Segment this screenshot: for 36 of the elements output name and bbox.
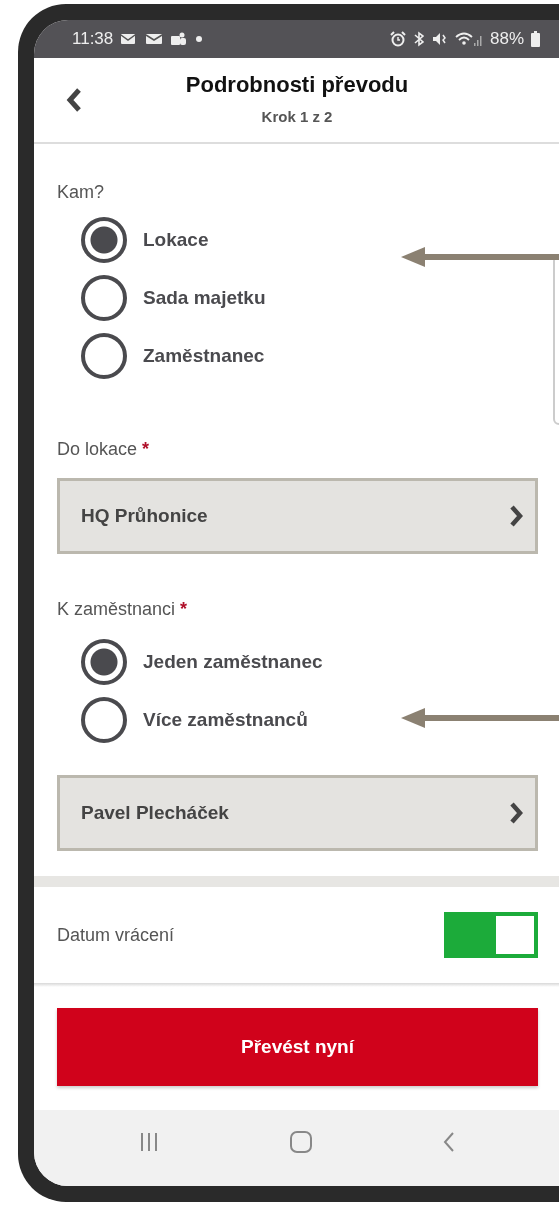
- required-mark: *: [142, 439, 150, 459]
- chevron-right-icon: [509, 504, 523, 528]
- field-label: Kam?: [57, 182, 106, 203]
- chevron-right-icon: [509, 801, 523, 825]
- dot-icon: [195, 35, 204, 43]
- field-label: Do lokace: [57, 439, 138, 459]
- radio-button[interactable]: [81, 275, 127, 321]
- battery-icon: [531, 31, 540, 47]
- wifi-signal-icon: [454, 31, 483, 47]
- mail-icon: [145, 32, 164, 46]
- radio-button[interactable]: [81, 639, 127, 685]
- home-icon[interactable]: [289, 1130, 313, 1154]
- radio-button[interactable]: [81, 697, 127, 743]
- battery-percent: 88%: [489, 29, 524, 49]
- toggle-label: Datum vrácení: [57, 924, 175, 946]
- radio-button[interactable]: [81, 217, 127, 263]
- toggle-switch[interactable]: [444, 912, 538, 958]
- status-time: 11:38: [72, 29, 114, 49]
- radio-option[interactable]: Lokace: [81, 217, 538, 263]
- alarm-icon: [389, 31, 406, 47]
- location-picker[interactable]: HQ Průhonice: [57, 478, 538, 554]
- people-icon: [170, 31, 189, 47]
- radio-option[interactable]: Více zaměstnanců: [81, 697, 538, 743]
- radio-option[interactable]: Zaměstnanec: [81, 333, 538, 379]
- bluetooth-icon: [412, 31, 425, 47]
- radio-button[interactable]: [81, 333, 127, 379]
- radio-option[interactable]: Sada majetku: [81, 275, 538, 321]
- mute-icon: [431, 31, 448, 47]
- radio-option[interactable]: Jeden zaměstnanec: [81, 639, 538, 685]
- step-indicator: Krok 1 z 2: [261, 108, 333, 125]
- back-icon[interactable]: [66, 87, 82, 113]
- screen-title: Podrobnosti převodu: [185, 72, 409, 98]
- transfer-now-button[interactable]: Převést nyní: [57, 1008, 538, 1086]
- required-mark: *: [180, 599, 188, 619]
- employee-picker[interactable]: Pavel Plecháček: [57, 775, 538, 851]
- field-label: K zaměstnanci: [57, 599, 176, 619]
